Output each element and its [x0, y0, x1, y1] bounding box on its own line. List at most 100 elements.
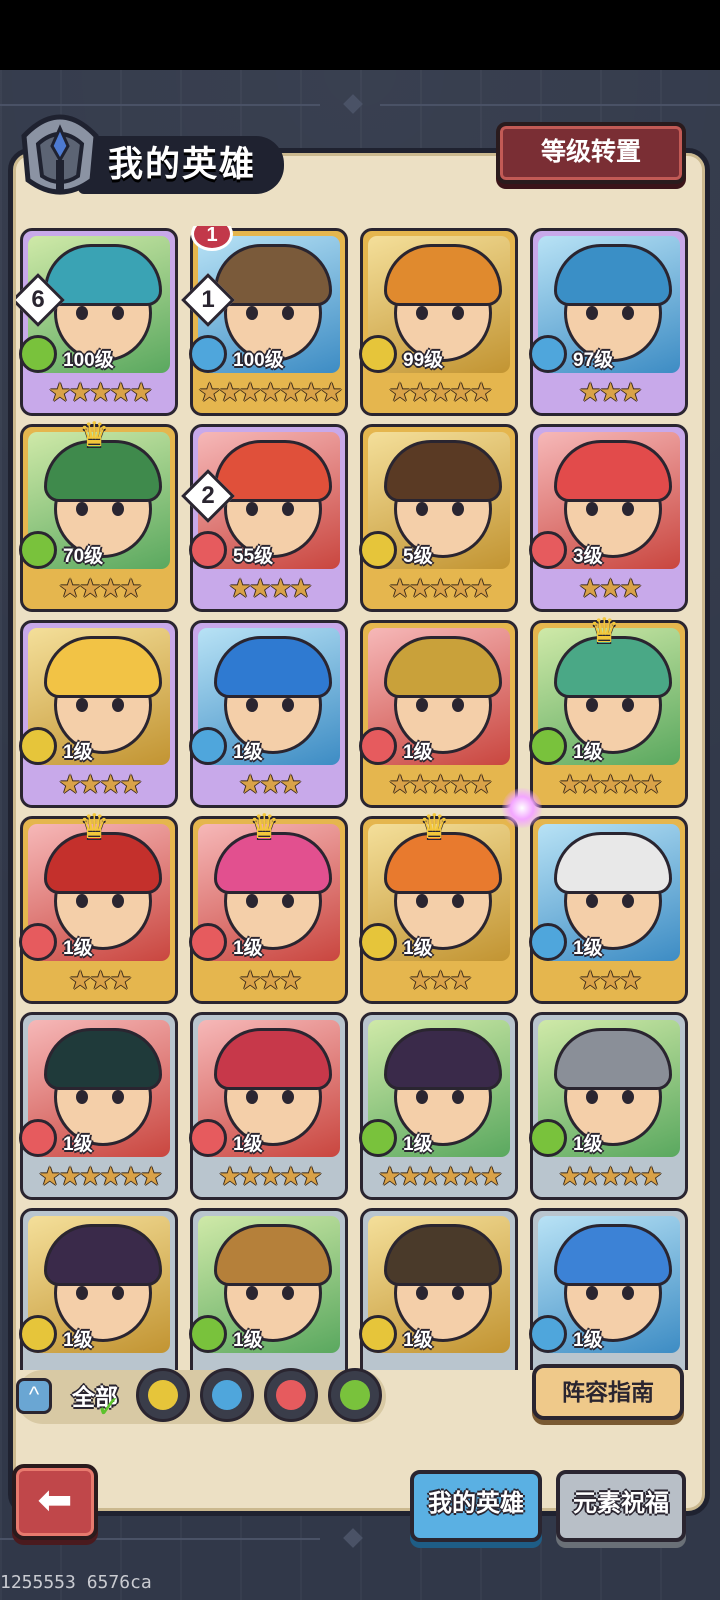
hero-stars: ★★★★: [58, 573, 142, 603]
hero-level: 1级: [63, 1134, 93, 1155]
filter-nature-button[interactable]: [328, 1368, 382, 1422]
hero-card[interactable]: 1级 ★★★ ♛: [19, 808, 178, 1004]
hero-card[interactable]: 97级 ★★★: [529, 228, 688, 416]
earth-element-icon: [19, 727, 57, 765]
fire-element-icon: [276, 1380, 306, 1410]
back-button[interactable]: ⬅: [12, 1464, 98, 1540]
hero-eye: [416, 306, 428, 320]
hero-level: 1级: [63, 742, 93, 763]
hero-card[interactable]: 1级 ★★★★: [19, 620, 178, 808]
fire-element-icon: [19, 923, 57, 961]
hero-card[interactable]: 100级 ★★★★★ 6: [16, 228, 178, 416]
hero-card[interactable]: 100级 ★★★★★★★ 1 1: [181, 226, 348, 416]
hero-eye: [416, 894, 428, 908]
hero-level: 70级: [63, 546, 104, 567]
lineup-guide-button[interactable]: 阵容指南: [532, 1364, 684, 1420]
hero-level: 1级: [63, 1330, 93, 1351]
nature-element-icon: [529, 727, 567, 765]
hero-eye: [282, 502, 294, 516]
hero-eye: [416, 1090, 428, 1104]
filter-fire-button[interactable]: [264, 1368, 318, 1422]
hero-eye: [452, 698, 464, 712]
hero-hair: [554, 244, 672, 306]
hero-stars: ★★★★★★★: [197, 377, 343, 407]
hero-hair: [214, 1224, 332, 1286]
nature-element-icon: [359, 1119, 397, 1157]
hero-card[interactable]: 5级 ★★★★★: [359, 424, 518, 612]
hero-card[interactable]: 1级: [529, 1208, 688, 1370]
water-element-icon: [529, 1315, 567, 1353]
hero-card[interactable]: 1级 ★★★★★: [529, 1012, 688, 1200]
helmet-icon: [21, 114, 99, 195]
hero-level: 3级: [573, 546, 603, 567]
hero-level: 1级: [233, 742, 263, 763]
hero-eye: [246, 306, 258, 320]
tab-my-heroes[interactable]: 我的英雄: [410, 1470, 542, 1542]
hero-hair: [44, 636, 162, 698]
filter-earth-button[interactable]: [136, 1368, 190, 1422]
hero-card[interactable]: 1级: [189, 1208, 348, 1370]
collapse-filter-button[interactable]: ^: [16, 1378, 52, 1414]
fire-element-icon: [19, 1119, 57, 1157]
hero-eye: [586, 1286, 598, 1300]
fire-element-icon: [189, 531, 227, 569]
hero-card[interactable]: 1级 ★★★ ♛: [189, 808, 348, 1004]
hero-card[interactable]: 1级 ★★★★★: [359, 620, 518, 808]
nature-element-icon: [529, 1119, 567, 1157]
hero-hair: [384, 1028, 502, 1090]
level-transfer-button[interactable]: 等级转置: [496, 122, 686, 184]
tab-element-blessing[interactable]: 元素祝福: [556, 1470, 686, 1542]
fire-element-icon: [189, 923, 227, 961]
hero-stars: ★★★★★: [388, 377, 493, 407]
hero-level: 100级: [63, 350, 114, 371]
hero-card[interactable]: 1级: [19, 1208, 178, 1370]
hero-card[interactable]: 70级 ★★★★ ♛: [19, 416, 178, 612]
page-title: 我的英雄: [108, 145, 257, 184]
hero-stars: ★★★: [238, 965, 303, 995]
hero-hair: [554, 1028, 672, 1090]
hero-card[interactable]: 1级 ★★★: [529, 816, 688, 1004]
hero-card[interactable]: 55级 ★★★★ 2: [181, 424, 348, 612]
hero-eye: [416, 502, 428, 516]
hero-card[interactable]: 1级 ★★★ ♛: [359, 808, 518, 1004]
awaken-badge-number: 1: [201, 286, 215, 313]
hero-card[interactable]: 1级 ★★★★★: [189, 1012, 348, 1200]
hero-level: 1级: [63, 938, 93, 959]
hero-eye: [246, 502, 258, 516]
hero-eye: [246, 894, 258, 908]
hero-level: 1级: [403, 938, 433, 959]
hero-eye: [282, 1286, 294, 1300]
awaken-badge-number: 2: [201, 482, 215, 509]
hero-hair: [44, 1224, 162, 1286]
hero-eye: [76, 698, 88, 712]
hero-eye: [112, 1090, 124, 1104]
hero-grid: 100级 ★★★★★ 6 100级 ★★★★★★★ 1 1 99级 ★★★★★ 97级 ★★★ 70级…: [16, 226, 706, 1370]
hero-card[interactable]: 1级: [359, 1208, 518, 1370]
filter-water-button[interactable]: [200, 1368, 254, 1422]
hero-card[interactable]: 1级 ★★★★★★: [19, 1012, 178, 1200]
hero-hair: [384, 1224, 502, 1286]
hero-level: 1级: [403, 742, 433, 763]
hero-eye: [622, 1286, 634, 1300]
hero-stars: ★★★★★: [218, 1161, 323, 1191]
hero-eye: [76, 502, 88, 516]
hero-level: 1级: [573, 1330, 603, 1351]
water-element-icon: [189, 727, 227, 765]
hero-stars: ★★★★★: [558, 769, 663, 799]
hero-card[interactable]: 3级 ★★★: [529, 424, 688, 612]
hero-eye: [452, 894, 464, 908]
hero-card[interactable]: 1级 ★★★★★★: [359, 1012, 518, 1200]
hero-stars: ★★★★★: [48, 377, 153, 407]
hero-stars: ★★★: [578, 965, 643, 995]
nature-element-icon: [340, 1380, 370, 1410]
hero-card[interactable]: 99级 ★★★★★: [359, 228, 518, 416]
hero-level: 1级: [403, 1134, 433, 1155]
crown-icon: ♛: [79, 416, 110, 454]
hero-card[interactable]: 1级 ★★★★★ ♛: [529, 612, 688, 808]
earth-element-icon: [19, 1315, 57, 1353]
hero-eye: [246, 1090, 258, 1104]
water-element-icon: [529, 923, 567, 961]
hero-stars: ★★★: [578, 573, 643, 603]
hero-card[interactable]: 1级 ★★★: [189, 620, 348, 808]
hero-eye: [112, 698, 124, 712]
